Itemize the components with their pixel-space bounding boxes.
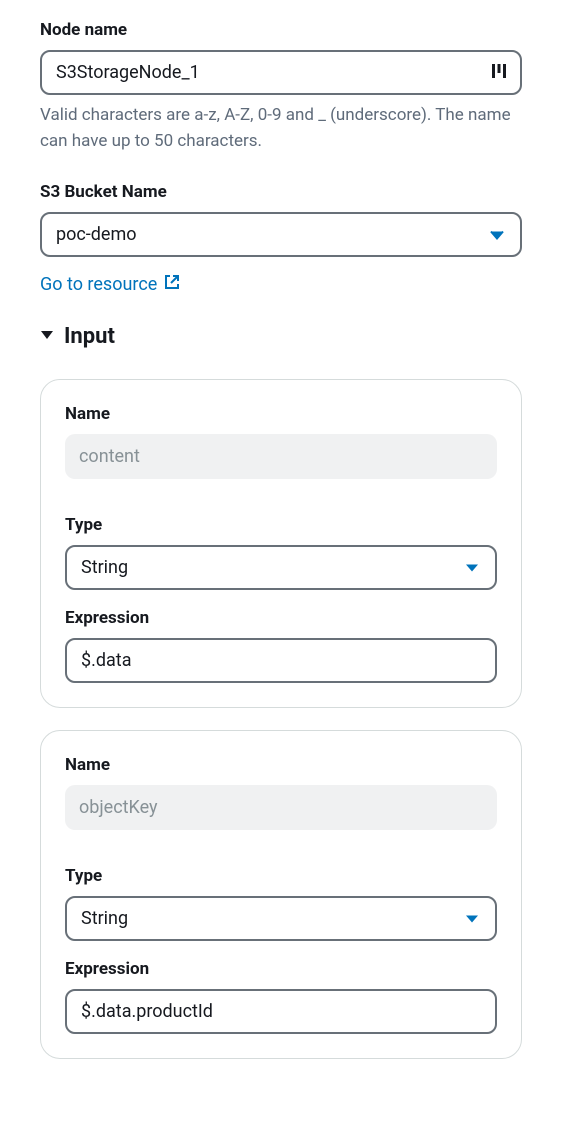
input-type-label: Type — [65, 866, 497, 886]
external-link-icon — [163, 273, 181, 296]
bucket-name-value: poc-demo — [56, 224, 137, 245]
input-expression-label: Expression — [65, 608, 497, 628]
input-type-select[interactable]: String — [65, 896, 497, 941]
go-to-resource-link[interactable]: Go to resource — [40, 273, 181, 296]
input-section-toggle[interactable]: Input — [40, 324, 522, 349]
input-name-label: Name — [65, 404, 497, 424]
caret-down-icon — [40, 329, 54, 345]
input-name-field — [65, 434, 497, 479]
bucket-name-label: S3 Bucket Name — [40, 182, 522, 202]
node-name-label: Node name — [40, 20, 522, 40]
node-name-help: Valid characters are a-z, A-Z, 0-9 and _… — [40, 103, 522, 154]
input-card: Name Type String Expression — [40, 379, 522, 708]
node-name-input[interactable] — [40, 50, 522, 95]
input-card: Name Type String Expression — [40, 730, 522, 1059]
input-expression-field[interactable] — [65, 638, 497, 683]
input-expression-field[interactable] — [65, 989, 497, 1034]
input-section-title: Input — [64, 324, 115, 349]
input-type-value: String — [81, 557, 128, 578]
input-name-label: Name — [65, 755, 497, 775]
input-type-value: String — [81, 908, 128, 929]
bucket-name-select[interactable]: poc-demo — [40, 212, 522, 257]
input-name-field — [65, 785, 497, 830]
input-type-label: Type — [65, 515, 497, 535]
input-type-select[interactable]: String — [65, 545, 497, 590]
input-expression-label: Expression — [65, 959, 497, 979]
resource-link-label: Go to resource — [40, 274, 157, 295]
